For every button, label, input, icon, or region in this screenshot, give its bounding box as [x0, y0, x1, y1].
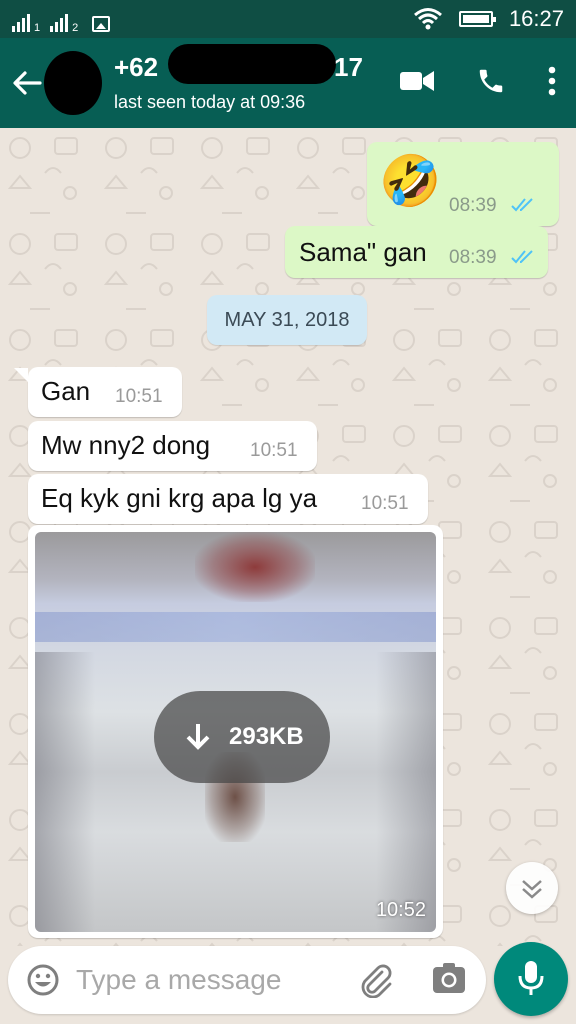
download-icon	[186, 724, 210, 750]
incoming-message[interactable]: Eq kyk gni krg apa lg ya 10:51	[28, 474, 428, 524]
outgoing-message[interactable]: 🤣 08:39	[367, 142, 559, 226]
message-field-container	[8, 946, 486, 1014]
date-separator: MAY 31, 2018	[207, 295, 367, 345]
outgoing-message[interactable]: Sama" gan 08:39	[285, 226, 548, 278]
message-text: Sama" gan	[299, 237, 427, 267]
contact-name[interactable]: +62	[114, 52, 158, 83]
read-receipt-icon	[511, 250, 533, 264]
message-time: 10:51	[361, 493, 409, 514]
incoming-message[interactable]: Mw nny2 dong 10:51	[28, 421, 317, 471]
chat-header: +62 17 last seen today at 09:36	[0, 38, 576, 128]
phone-icon[interactable]	[476, 66, 506, 96]
incoming-image-message[interactable]: 293KB 10:52	[28, 525, 443, 938]
clock: 16:27	[508, 6, 564, 31]
signal-icon	[50, 12, 69, 32]
incoming-message[interactable]: Gan 10:51	[28, 367, 182, 417]
blurred-image-preview[interactable]: 293KB 10:52	[35, 532, 436, 932]
attach-icon[interactable]	[358, 962, 394, 998]
signal-icon	[12, 12, 30, 32]
message-time: 08:39	[449, 195, 497, 216]
chat-area[interactable]: 🤣 08:39 Sama" gan 08:39 MAY 31, 2018 Gan…	[0, 128, 576, 946]
contact-name-suffix[interactable]: 17	[334, 52, 363, 83]
download-button[interactable]: 293KB	[154, 691, 330, 783]
message-text: Gan	[41, 376, 91, 406]
read-receipt-icon	[511, 198, 533, 212]
video-call-icon[interactable]	[400, 69, 434, 93]
battery-icon	[458, 11, 496, 27]
message-time: 08:39	[449, 247, 497, 268]
message-time: 10:51	[115, 386, 163, 407]
file-size: 293KB	[229, 723, 304, 750]
redaction-block	[168, 44, 336, 84]
message-text: Mw nny2 dong	[41, 430, 211, 460]
wifi-icon	[413, 8, 442, 30]
more-options-icon[interactable]	[548, 66, 556, 96]
sim-label: 1	[34, 22, 41, 34]
message-input[interactable]	[76, 956, 356, 1004]
last-seen-status: last seen today at 09:36	[114, 92, 306, 112]
scroll-to-bottom-button[interactable]	[506, 862, 558, 914]
bubble-tail	[14, 368, 28, 382]
double-chevron-down-icon	[522, 880, 542, 899]
voice-record-button[interactable]	[494, 942, 568, 1016]
message-time: 10:52	[375, 899, 426, 921]
status-bar: 1 2 16:27	[0, 0, 576, 38]
contact-avatar[interactable]	[44, 51, 102, 115]
back-arrow-icon[interactable]	[10, 66, 44, 100]
camera-icon[interactable]	[432, 962, 466, 996]
microphone-icon	[518, 961, 544, 995]
sim-label: 2	[72, 22, 79, 34]
emoji-icon[interactable]	[26, 963, 60, 997]
message-text: Eq kyk gni krg apa lg ya	[41, 483, 318, 513]
message-composer	[0, 942, 576, 1024]
gallery-notification-icon	[92, 16, 111, 32]
message-emoji: 🤣	[379, 153, 442, 209]
message-time: 10:51	[250, 440, 298, 461]
